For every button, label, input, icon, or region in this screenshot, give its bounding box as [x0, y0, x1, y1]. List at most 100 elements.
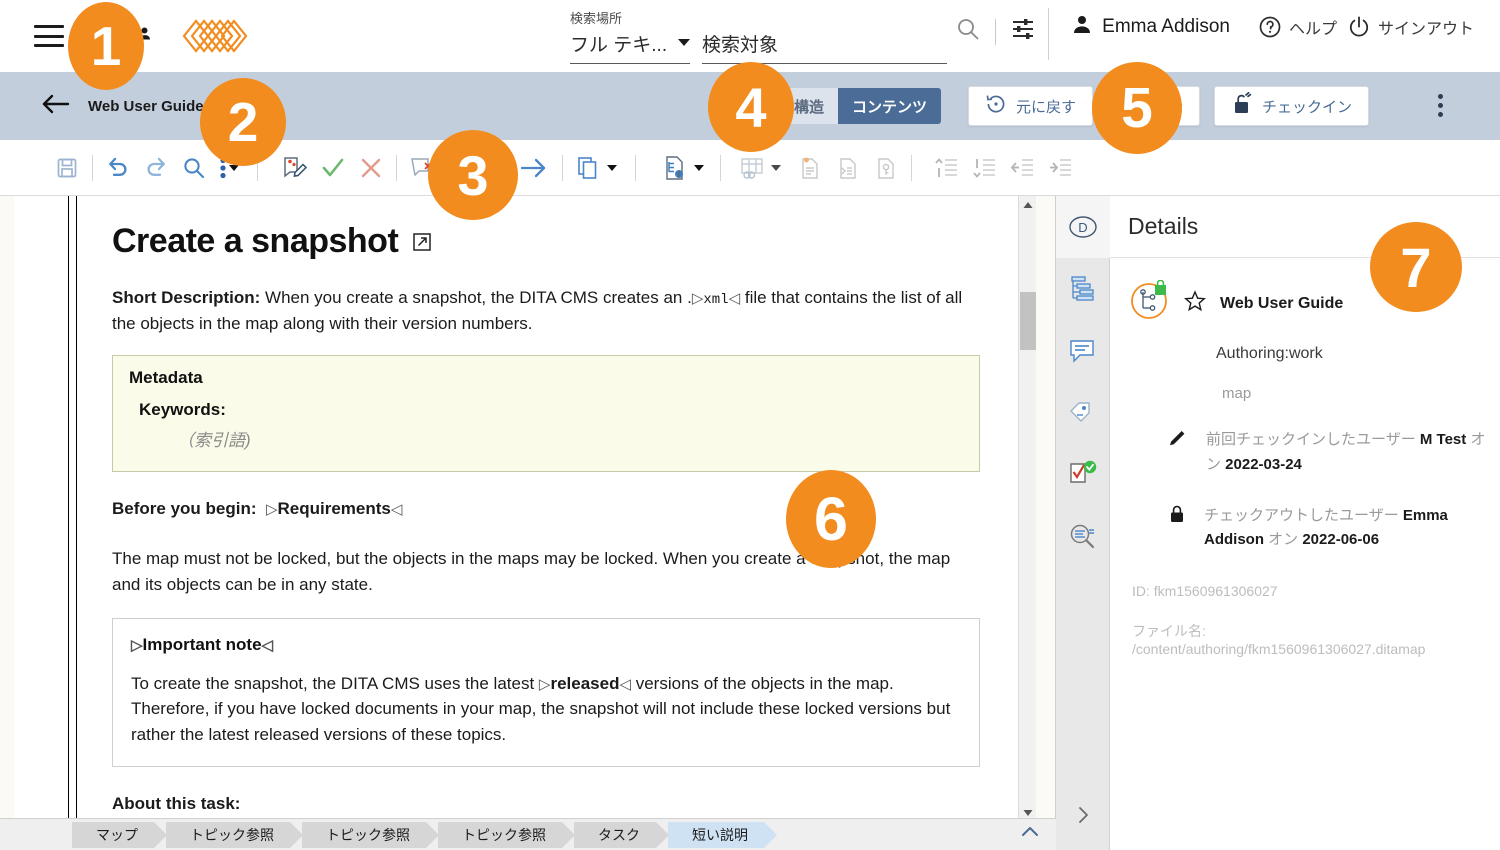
details-entry-checkedin: 前回チェックインしたユーザー M Test オン 2022-03-24: [1168, 428, 1498, 478]
details-status: Authoring:work: [1216, 345, 1323, 362]
checkedin-label: 前回チェックインしたユーザー: [1206, 431, 1420, 448]
details-tab[interactable]: D: [1056, 196, 1110, 258]
move-down-icon[interactable]: [966, 149, 1004, 187]
breadcrumb-item-shortdesc[interactable]: 短い説明: [668, 821, 777, 848]
user-name[interactable]: Emma Addison: [1102, 16, 1230, 38]
chevron-down-icon[interactable]: [607, 164, 617, 171]
insert-element-icon[interactable]: i: [656, 149, 694, 187]
next-change-icon[interactable]: [514, 149, 552, 187]
expand-chevron-right-icon[interactable]: [1056, 800, 1110, 830]
document-scrollbar[interactable]: [1018, 196, 1036, 822]
breadcrumb: マップ トピック参照 トピック参照 トピック参照 タスク 短い説明: [0, 818, 1056, 850]
search-scope-select[interactable]: フル テキ...: [570, 30, 690, 64]
breadcrumb-item-topicref-2[interactable]: トピック参照: [302, 821, 439, 848]
structure-outline-icon[interactable]: [1056, 258, 1110, 320]
chevron-down-icon[interactable]: [771, 164, 781, 171]
important-note-title-line: ▷Important note◁: [131, 634, 274, 654]
avatar[interactable]: [1072, 14, 1092, 39]
lock-icon: [1168, 504, 1186, 529]
scrollbar-thumb[interactable]: [1020, 292, 1036, 350]
copy-paste-icon[interactable]: [569, 149, 607, 187]
short-description-label: Short Description:: [112, 288, 261, 307]
checkin-label: チェックイン: [1262, 98, 1353, 116]
signout-button[interactable]: サインアウト: [1347, 15, 1474, 39]
search-icon[interactable]: [175, 149, 213, 187]
insert-reference-icon[interactable]: [829, 149, 867, 187]
checkedin-date: 2022-03-24: [1225, 455, 1302, 473]
track-changes-icon[interactable]: [276, 149, 314, 187]
short-description-code: xml: [703, 292, 729, 308]
filter-settings-icon[interactable]: [1010, 17, 1036, 46]
save-icon[interactable]: [48, 149, 86, 187]
reject-change-icon[interactable]: [352, 149, 390, 187]
divider: [396, 154, 397, 181]
outdent-icon[interactable]: [1004, 149, 1042, 187]
about-task-heading: About this task:: [112, 791, 980, 817]
divider: [92, 154, 93, 181]
breadcrumb-item-topicref-3[interactable]: トピック参照: [438, 821, 575, 848]
checkedin-user: M Test: [1419, 431, 1467, 448]
details-id: ID: fkm1560961306027: [1132, 583, 1278, 599]
details-entry-text: チェックアウトしたユーザー Emma Addison オン 2022-06-06: [1204, 504, 1498, 554]
breadcrumb-item-map[interactable]: マップ: [72, 821, 167, 848]
important-note-bold: released: [550, 673, 620, 693]
breadcrumb-item-task[interactable]: タスク: [574, 821, 669, 848]
scroll-up-icon[interactable]: [1019, 196, 1037, 214]
revert-button[interactable]: 元に戻す: [968, 86, 1094, 126]
signout-label: サインアウト: [1377, 20, 1474, 38]
chevron-up-icon[interactable]: [1020, 824, 1040, 845]
breadcrumb-item-topicref-1[interactable]: トピック参照: [166, 821, 303, 848]
hamburger-menu-icon[interactable]: [34, 25, 64, 47]
callout-badge-4: 4: [708, 62, 794, 152]
divider: [911, 154, 912, 181]
undo-icon[interactable]: [99, 149, 137, 187]
search-area: 検索場所 フル テキ... 検索対象: [570, 8, 947, 64]
search-input[interactable]: 検索対象: [702, 30, 947, 64]
metadata-keywords-label: Keywords:: [139, 400, 226, 420]
search-scope-label: 検索場所: [570, 11, 623, 26]
chevron-down-icon[interactable]: [694, 164, 704, 171]
undo-revert-icon: [985, 93, 1007, 119]
search-icon[interactable]: [955, 16, 981, 47]
details-entry-text: 前回チェックインしたユーザー M Test オン 2022-03-24: [1206, 428, 1498, 478]
document-canvas: Create a snapshot Short Description: Whe…: [0, 196, 1056, 822]
search-input-placeholder: 検索対象: [702, 35, 779, 56]
external-link-icon[interactable]: [412, 222, 432, 261]
move-up-icon[interactable]: [928, 149, 966, 187]
help-label: ヘルプ: [1288, 20, 1337, 38]
tags-icon[interactable]: [1056, 382, 1110, 444]
tab-content[interactable]: コンテンツ: [838, 88, 942, 124]
insert-table-icon[interactable]: [733, 149, 771, 187]
help-button[interactable]: ヘルプ: [1258, 15, 1337, 39]
redo-icon[interactable]: [137, 149, 175, 187]
brand-logo-icon[interactable]: [178, 13, 250, 59]
checkedout-date: 2022-06-06: [1302, 531, 1380, 549]
details-entry-checkedout: チェックアウトしたユーザー Emma Addison オン 2022-06-06: [1168, 504, 1498, 554]
back-arrow-icon[interactable]: [40, 93, 70, 120]
callout-badge-1: 1: [68, 2, 144, 90]
indent-icon[interactable]: [1042, 149, 1080, 187]
comments-icon[interactable]: [1056, 320, 1110, 382]
search-actions: [955, 16, 1036, 47]
accept-change-icon[interactable]: [314, 149, 352, 187]
star-outline-icon[interactable]: [1183, 290, 1207, 317]
map-locked-icon[interactable]: [1128, 279, 1170, 327]
insert-note-icon[interactable]: [791, 149, 829, 187]
important-note-title: Important note: [142, 634, 262, 654]
callout-badge-5: 5: [1092, 62, 1182, 154]
important-note-block[interactable]: ▷Important note◁ To create the snapshot,…: [112, 617, 980, 768]
review-approved-icon[interactable]: [1056, 444, 1110, 506]
divider: [995, 18, 996, 45]
insert-key-icon[interactable]: [867, 149, 905, 187]
checkin-button[interactable]: チェックイン: [1214, 86, 1370, 126]
user-actions: Emma Addison ヘルプ サインアウト: [1072, 14, 1474, 39]
more-options-icon[interactable]: [1438, 94, 1443, 117]
important-note-text: To create the snapshot, the DITA CMS use…: [131, 673, 951, 745]
metadata-keywords-value: （索引語): [177, 431, 251, 451]
metadata-block[interactable]: Metadata Keywords: （索引語): [112, 355, 980, 473]
search-details-icon[interactable]: [1056, 506, 1110, 568]
structure-rule-1: [68, 196, 69, 822]
divider: [635, 154, 636, 181]
divider: [562, 154, 563, 181]
view-mode-tabs: 構造 コンテンツ: [780, 88, 942, 124]
